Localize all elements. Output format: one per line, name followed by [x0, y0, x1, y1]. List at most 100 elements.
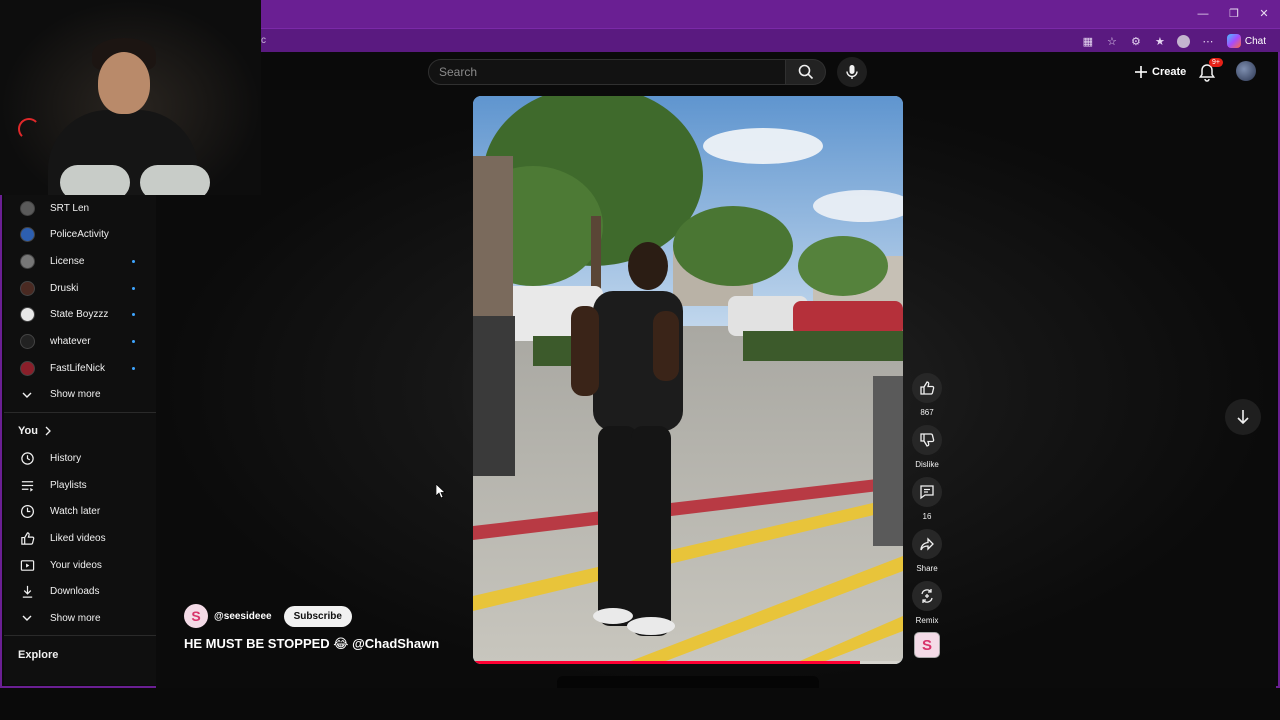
sidebar-item-label: State Boyzzz [50, 309, 109, 321]
search-button[interactable] [786, 59, 826, 85]
channel-handle[interactable]: @seesideee [214, 611, 272, 622]
remix-action[interactable]: Remix [911, 581, 943, 625]
remix-label: Remix [915, 616, 939, 625]
new-content-dot [132, 286, 135, 290]
sidebar-item-label: SRT Len [50, 202, 90, 214]
short-video[interactable] [473, 96, 903, 664]
voice-search-button[interactable] [837, 57, 867, 87]
dislike-button[interactable] [912, 425, 942, 455]
sidebar-subscription-license[interactable]: License [4, 248, 156, 274]
dislike-action[interactable]: Dislike [911, 425, 943, 469]
search-input[interactable] [439, 65, 769, 79]
share-button[interactable] [912, 529, 942, 559]
new-content-dot [132, 340, 135, 343]
sidebar-item-label: whatever [50, 336, 91, 347]
sidebar-item-your-videos[interactable]: Your videos [4, 552, 156, 578]
sidebar-item-playlists[interactable]: Playlists [4, 472, 156, 498]
remix-icon [921, 589, 933, 603]
explore-heading-label: Explore [18, 648, 59, 661]
like-count: 867 [920, 408, 934, 417]
thumbs-up-icon [920, 381, 935, 395]
create-label: Create [1152, 66, 1187, 78]
sidebar-item-label: Playlists [50, 479, 87, 491]
sidebar-subscription-srt-len[interactable]: SRT Len [4, 195, 156, 221]
share-label: Share [916, 564, 938, 573]
sidebar-divider [4, 634, 156, 636]
history-icon [19, 451, 35, 467]
notification-badge: 9+ [1209, 58, 1223, 67]
you-heading-label: You [18, 424, 38, 437]
chat-button[interactable]: Chat [1223, 34, 1270, 48]
search-box[interactable] [428, 59, 786, 85]
channel-avatar[interactable]: S [184, 604, 208, 628]
show-more-label: Show more [50, 612, 101, 624]
favorites-icon[interactable]: ★ [1151, 32, 1169, 50]
sidebar-item-label: Watch later [50, 506, 101, 518]
explore-heading: Explore [18, 649, 58, 661]
show-more-you[interactable]: Show more [4, 605, 156, 631]
chevron-right-icon [45, 426, 51, 436]
comment-count: 16 [922, 512, 932, 521]
extensions-icon[interactable]: ⚙ [1127, 32, 1145, 50]
more-icon[interactable]: ⋯ [1199, 32, 1217, 50]
next-short-button[interactable] [1225, 399, 1261, 435]
sidebar-item-history[interactable]: History [4, 446, 156, 472]
short-caption: HE MUST BE STOPPED 😂 @ChadShawn [184, 636, 440, 651]
notifications-button[interactable]: 9+ [1198, 58, 1223, 84]
comments-action[interactable]: 16 [911, 477, 943, 521]
sidebar-subscription-policeactivity[interactable]: PoliceActivity [4, 222, 156, 248]
subscribe-button[interactable]: Subscribe [283, 605, 352, 627]
progress-track[interactable] [473, 661, 903, 664]
like-button[interactable] [912, 373, 942, 403]
sidebar-divider [4, 411, 156, 413]
sidebar-subscription-fastlifenick[interactable]: FastLifeNick [4, 355, 156, 381]
chat-label: Chat [1244, 35, 1266, 47]
new-content-dot [132, 366, 135, 370]
your-videos-icon [19, 557, 35, 573]
app-grid-icon[interactable]: ▦ [1079, 32, 1097, 50]
channel-avatar [19, 360, 35, 376]
share-action[interactable]: Share [911, 529, 943, 573]
sidebar-item-watch-later[interactable]: Watch later [4, 499, 156, 525]
comment-icon [920, 485, 934, 500]
sidebar-item-label: PoliceActivity [50, 229, 109, 241]
video-frame [473, 96, 903, 664]
remix-button[interactable] [912, 581, 942, 611]
channel-avatar [19, 334, 35, 350]
star-icon[interactable]: ☆ [1103, 32, 1121, 50]
sidebar-item-label: Liked videos [50, 532, 106, 544]
restore-icon[interactable]: ❐ [1224, 5, 1244, 23]
channel-avatar [19, 253, 35, 269]
sidebar-item-label: Downloads [50, 586, 100, 598]
minimize-icon[interactable]: — [1193, 5, 1213, 23]
address-text[interactable]: c [261, 35, 266, 46]
search-icon [798, 64, 813, 80]
chevron-down-icon [19, 387, 35, 403]
sidebar-item-liked-videos[interactable]: Liked videos [4, 525, 156, 551]
comments-button[interactable] [912, 477, 942, 507]
copilot-icon [1226, 34, 1241, 48]
sound-thumbnail[interactable]: S [914, 632, 940, 658]
sidebar-subscription-state-boyzzz[interactable]: State Boyzzz [4, 302, 156, 328]
webcam-person-knee [140, 165, 210, 195]
create-button[interactable]: Create [1128, 60, 1192, 84]
close-icon[interactable]: ✕ [1254, 5, 1274, 23]
like-action[interactable]: 867 [911, 373, 943, 417]
arrow-down-icon [1237, 410, 1249, 425]
bottom-letterbox [0, 690, 1280, 720]
microphone-icon [846, 65, 858, 79]
sidebar-subscription-druski[interactable]: Druski [4, 275, 156, 301]
show-more-subscriptions[interactable]: Show more [4, 382, 156, 408]
profile-icon[interactable] [1175, 32, 1193, 50]
sidebar-item-label: Your videos [50, 559, 102, 571]
browser-toolbar: ▦ ☆ ⚙ ★ ⋯ Chat [1079, 32, 1270, 50]
sidebar-subscription-whatever[interactable]: whatever [4, 329, 156, 355]
progress-fill [473, 661, 860, 664]
new-content-dot [132, 313, 135, 317]
you-heading[interactable]: You [18, 425, 52, 437]
channel-row: S @seesideee Subscribe [184, 604, 352, 628]
chevron-down-icon [19, 610, 35, 626]
account-avatar[interactable] [1236, 61, 1256, 81]
bottom-bar [557, 676, 819, 688]
sidebar-item-downloads[interactable]: Downloads [4, 579, 156, 605]
